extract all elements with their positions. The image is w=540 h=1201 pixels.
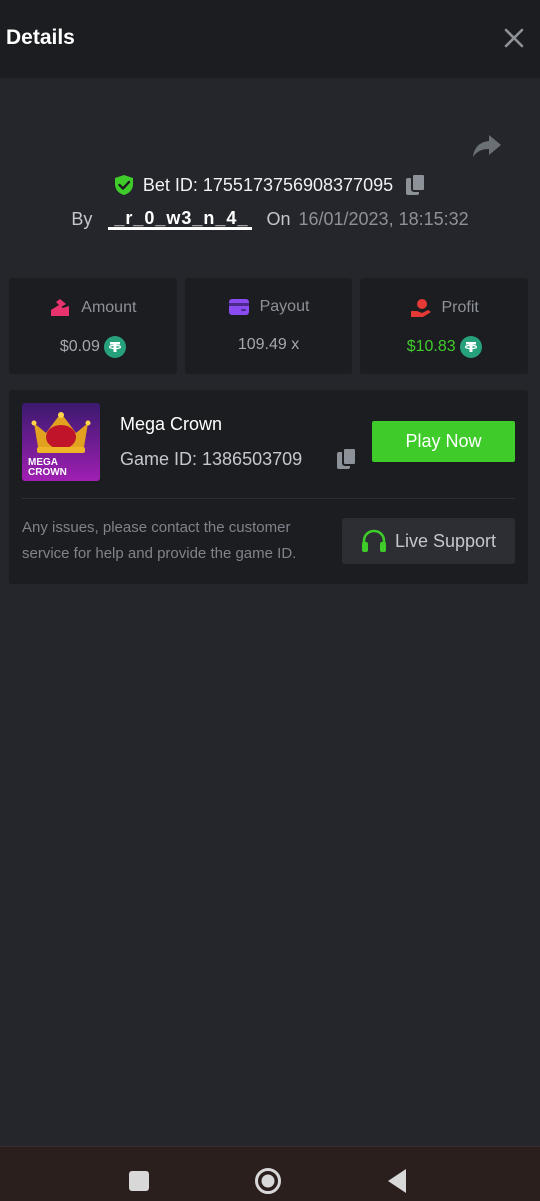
play-now-button[interactable]: Play Now — [372, 421, 515, 462]
game-name: Mega Crown — [120, 414, 223, 434]
copy-icon[interactable] — [336, 447, 358, 471]
close-icon[interactable] — [502, 26, 526, 50]
profit-value: $10.83 — [406, 338, 456, 355]
payout-card: Payout 109.49 x — [184, 278, 353, 374]
home-circle-icon[interactable] — [254, 1167, 282, 1195]
live-support-button[interactable]: Live Support — [342, 518, 515, 564]
headset-icon — [361, 529, 386, 552]
username[interactable]: _r_0_w3_n_4_ — [108, 209, 253, 230]
amount-value: $0.09 — [59, 338, 100, 355]
game-panel: MEGA CROWN Mega Crown Game ID: 138650370… — [9, 390, 528, 584]
header: Details — [0, 0, 540, 78]
by-label: By — [71, 208, 93, 229]
on-label: On — [266, 208, 291, 229]
tether-icon — [103, 336, 126, 358]
share-icon[interactable] — [472, 132, 502, 160]
system-nav-bar — [0, 1146, 540, 1201]
support-note: Any issues, please contact the customer … — [22, 519, 297, 562]
shield-check-icon — [114, 175, 133, 195]
recents-square-icon[interactable] — [128, 1170, 150, 1192]
bet-date: 16/01/2023, 18:15:32 — [298, 208, 469, 229]
profit-label: Profit — [441, 299, 479, 316]
amount-label: Amount — [81, 299, 137, 316]
game-id: Game ID: 1386503709 — [120, 449, 303, 469]
game-thumbnail[interactable]: MEGA CROWN — [22, 403, 100, 481]
payout-value: 109.49 x — [237, 336, 300, 353]
back-triangle-icon[interactable] — [386, 1168, 408, 1194]
bet-id: Bet ID: 1755173756908377095 — [142, 174, 394, 195]
wallet-icon — [228, 299, 249, 315]
thumb-title-line2: CROWN — [28, 467, 67, 478]
bet-id-row: Bet ID: 1755173756908377095 — [0, 172, 540, 198]
profit-card: Profit $10.83 — [360, 278, 529, 374]
amount-icon — [51, 299, 70, 316]
copy-icon[interactable] — [405, 173, 427, 197]
tether-icon — [459, 336, 482, 358]
amount-card: Amount $0.09 — [9, 278, 177, 374]
payout-label: Payout — [259, 298, 310, 315]
divider — [22, 498, 515, 499]
bet-byline: By _r_0_w3_n_4_ On 16/01/2023, 18:15:32 — [0, 206, 540, 232]
stats-row: Amount $0.09 Payout 109.49 x Profit $10.… — [9, 278, 529, 374]
live-support-label: Live Support — [394, 530, 497, 551]
page-title: Details — [6, 26, 75, 49]
profit-hand-icon — [410, 299, 431, 317]
